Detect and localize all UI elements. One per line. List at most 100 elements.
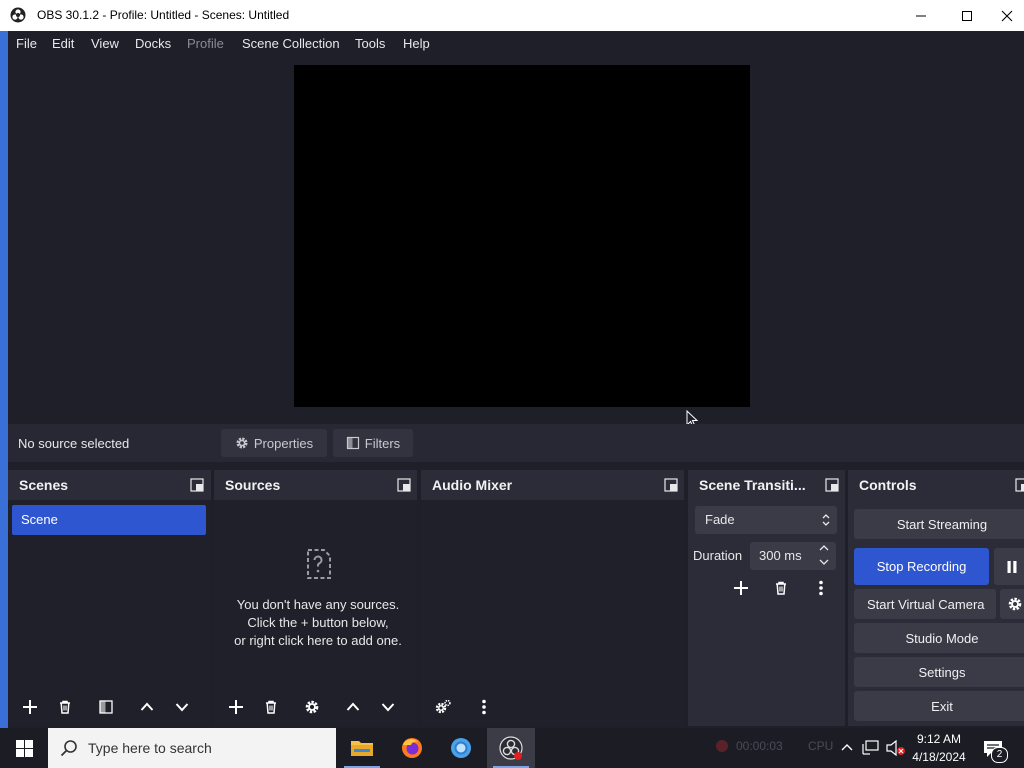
chevron-down-icon — [381, 703, 395, 712]
maximize-button[interactable] — [944, 0, 990, 31]
minimize-button[interactable] — [898, 0, 944, 31]
undock-icon[interactable] — [190, 478, 204, 492]
show-hidden-icons-chevron-icon[interactable] — [840, 741, 854, 755]
chevron-up-icon — [140, 702, 154, 711]
menu-scene-collection[interactable]: Scene Collection — [242, 36, 340, 51]
obs-logo-icon — [10, 7, 26, 23]
preview-canvas[interactable] — [294, 65, 750, 407]
chrome-icon — [451, 738, 471, 758]
taskbar-file-explorer[interactable] — [338, 728, 386, 768]
taskbar-chrome[interactable] — [437, 728, 485, 768]
add-source-button[interactable] — [221, 694, 251, 720]
duration-label: Duration — [693, 548, 743, 563]
context-bar — [8, 424, 1024, 462]
maximize-icon — [962, 10, 972, 21]
transition-properties-button[interactable] — [806, 575, 836, 601]
scene-list-item[interactable]: Scene — [12, 505, 206, 535]
transition-select-value: Fade — [705, 512, 735, 527]
menu-edit[interactable]: Edit — [52, 36, 74, 51]
chevron-down-icon — [175, 703, 189, 712]
transition-select[interactable]: Fade — [695, 506, 837, 534]
gears-icon — [435, 699, 451, 714]
remove-source-button[interactable] — [256, 694, 286, 720]
virtual-camera-settings-button[interactable] — [1000, 589, 1024, 619]
window-left-edge — [0, 31, 8, 728]
menu-help[interactable]: Help — [403, 36, 430, 51]
obs-icon — [499, 736, 523, 760]
move-scene-up-button[interactable] — [132, 694, 162, 720]
more-vertical-icon — [819, 580, 823, 596]
remove-transition-button[interactable] — [766, 575, 796, 601]
undock-icon[interactable] — [825, 478, 839, 492]
volume-muted-icon[interactable] — [886, 740, 906, 756]
close-button[interactable] — [990, 0, 1024, 31]
plus-icon — [734, 581, 748, 595]
trash-icon — [776, 581, 786, 595]
clock-time: 9:12 AM — [916, 732, 962, 746]
remove-scene-button[interactable] — [50, 694, 80, 720]
gear-icon — [305, 700, 319, 714]
studio-mode-button[interactable]: Studio Mode — [854, 623, 1024, 653]
source-properties-button[interactable] — [297, 694, 327, 720]
sources-dock-header: Sources — [214, 470, 417, 500]
start-button[interactable] — [0, 728, 48, 768]
cpu-status: CPU — [808, 739, 834, 753]
question-mark-icon — [307, 549, 331, 579]
scene-item-label: Scene — [21, 512, 58, 527]
sources-empty-line-3: or right click here to add one. — [234, 633, 402, 648]
audio-mixer-dock-title: Audio Mixer — [432, 477, 513, 493]
move-scene-down-button[interactable] — [167, 694, 197, 720]
stop-recording-button[interactable]: Stop Recording — [854, 548, 989, 585]
menu-docks[interactable]: Docks — [135, 36, 171, 51]
audio-mixer-dock: Audio Mixer — [421, 470, 684, 726]
taskbar-obs[interactable] — [487, 728, 535, 768]
undock-icon[interactable] — [664, 478, 678, 492]
undock-icon[interactable] — [1015, 478, 1024, 492]
menu-profile[interactable]: Profile — [187, 36, 224, 51]
chevron-up-icon — [346, 702, 360, 711]
menu-bar: File Edit View Docks Profile Scene Colle… — [8, 31, 1024, 56]
network-icon[interactable] — [862, 740, 880, 756]
start-streaming-button[interactable]: Start Streaming — [854, 509, 1024, 539]
trash-icon — [60, 700, 70, 714]
title-bar: OBS 30.1.2 - Profile: Untitled - Scenes:… — [0, 0, 1024, 31]
scene-filters-button[interactable] — [91, 694, 121, 720]
taskbar-firefox[interactable] — [388, 728, 436, 768]
spin-down-icon[interactable] — [818, 557, 830, 567]
more-vertical-icon — [482, 699, 486, 715]
scenes-dock-header: Scenes — [8, 470, 211, 500]
move-source-down-button[interactable] — [373, 694, 403, 720]
sources-list[interactable] — [214, 500, 417, 726]
filters-button[interactable]: Filters — [333, 429, 413, 457]
taskbar-clock[interactable]: 9:12 AM 4/18/2024 — [906, 730, 972, 766]
clock-date: 4/18/2024 — [912, 750, 966, 764]
no-source-label: No source selected — [18, 436, 130, 451]
taskbar-search-box[interactable]: Type here to search — [48, 728, 336, 768]
undock-icon[interactable] — [397, 478, 411, 492]
menu-tools[interactable]: Tools — [355, 36, 385, 51]
scene-transitions-dock-header: Scene Transiti... — [688, 470, 845, 500]
move-source-up-button[interactable] — [338, 694, 368, 720]
add-scene-button[interactable] — [15, 694, 45, 720]
audio-mixer-menu-button[interactable] — [469, 694, 499, 720]
window-title: OBS 30.1.2 - Profile: Untitled - Scenes:… — [37, 8, 290, 22]
filters-label: Filters — [364, 435, 401, 451]
start-virtual-camera-button[interactable]: Start Virtual Camera — [854, 589, 996, 619]
duration-value: 300 ms — [759, 548, 802, 563]
settings-button[interactable]: Settings — [854, 657, 1024, 687]
filter-icon — [346, 436, 359, 450]
recording-time-status: 00:00:03 — [736, 739, 783, 753]
pause-recording-button[interactable] — [994, 548, 1024, 585]
menu-view[interactable]: View — [91, 36, 119, 51]
duration-spinbox[interactable]: 300 ms — [750, 542, 836, 570]
properties-button[interactable]: Properties — [221, 429, 327, 457]
exit-button[interactable]: Exit — [854, 691, 1024, 721]
controls-dock-title: Controls — [859, 477, 917, 493]
add-transition-button[interactable] — [726, 575, 756, 601]
menu-file[interactable]: File — [16, 36, 37, 51]
spin-up-icon[interactable] — [818, 543, 830, 553]
notification-center-button[interactable]: 2 — [982, 738, 1008, 763]
advanced-audio-properties-button[interactable] — [428, 694, 458, 720]
firefox-icon — [402, 738, 422, 758]
plus-icon — [229, 700, 243, 714]
